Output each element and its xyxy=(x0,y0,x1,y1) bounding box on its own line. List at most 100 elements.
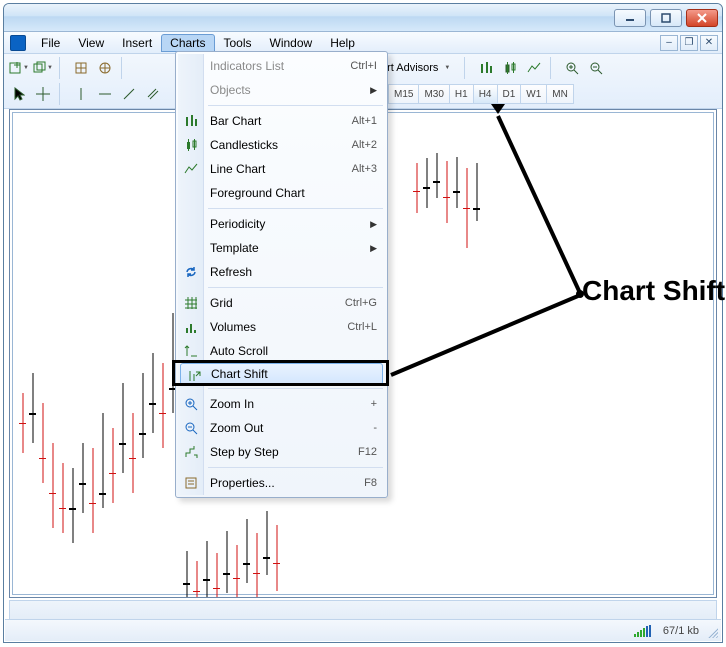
menu-item-label: Template xyxy=(210,241,259,255)
horizontal-line-button[interactable] xyxy=(94,83,116,105)
candle xyxy=(99,413,106,508)
menu-separator xyxy=(208,287,383,288)
menu-item-zoomout[interactable]: Zoom Out- xyxy=(178,416,385,440)
menu-item-shortcut: Alt+2 xyxy=(352,139,377,151)
menu-item-label: Objects xyxy=(210,83,251,97)
zoom-in-button[interactable] xyxy=(561,57,583,79)
timeframe-tab-w1[interactable]: W1 xyxy=(521,84,547,104)
market-watch-button[interactable] xyxy=(70,57,92,79)
menu-item-label: Refresh xyxy=(210,265,252,279)
menu-item-grid[interactable]: GridCtrl+G xyxy=(178,291,385,315)
menu-item-label: Bar Chart xyxy=(210,114,261,128)
menu-insert[interactable]: Insert xyxy=(113,34,161,52)
profiles-button[interactable]: ▼ xyxy=(32,57,54,79)
new-chart-button[interactable]: ▼ xyxy=(8,57,30,79)
menu-item-periodicity[interactable]: Periodicity▶ xyxy=(178,212,385,236)
timeframe-tab-m15[interactable]: M15 xyxy=(388,84,419,104)
menu-item-shortcut: F8 xyxy=(364,477,377,489)
bar-chart-button[interactable] xyxy=(475,57,497,79)
equidistant-channel-button[interactable] xyxy=(142,83,164,105)
menu-item-step[interactable]: Step by StepF12 xyxy=(178,440,385,464)
candle xyxy=(193,561,200,598)
menu-item-bar[interactable]: Bar Chart Alt+1 xyxy=(178,109,385,133)
menu-item-label: Foreground Chart xyxy=(210,186,305,200)
menu-charts[interactable]: Charts xyxy=(161,34,214,52)
menu-item-objects: Objects ▶ xyxy=(178,78,385,102)
chart-shift-marker-icon xyxy=(491,104,505,114)
candle xyxy=(129,413,136,493)
candle xyxy=(203,541,210,598)
candle xyxy=(139,373,146,458)
mdi-minimize-button[interactable]: – xyxy=(660,35,678,51)
vertical-line-button[interactable] xyxy=(70,83,92,105)
crosshair-button[interactable] xyxy=(32,83,54,105)
candle xyxy=(263,511,270,575)
candle xyxy=(233,545,240,598)
candle xyxy=(213,553,220,598)
menu-item-shortcut: Ctrl+L xyxy=(347,321,377,333)
menu-item-label: Zoom In xyxy=(210,397,254,411)
menu-window[interactable]: Window xyxy=(261,34,322,52)
cursor-button[interactable] xyxy=(8,83,30,105)
candle xyxy=(39,403,46,483)
menu-item-chartshift[interactable]: Chart Shift xyxy=(180,363,383,385)
chart-tabstrip[interactable] xyxy=(9,600,717,620)
menu-item-template[interactable]: Template▶ xyxy=(178,236,385,260)
step-icon xyxy=(183,444,199,460)
line-chart-button[interactable] xyxy=(523,57,545,79)
menu-item-autoscroll[interactable]: Auto Scroll xyxy=(178,339,385,363)
submenu-arrow-icon: ▶ xyxy=(370,85,377,96)
candlestick-button[interactable] xyxy=(499,57,521,79)
close-button[interactable] xyxy=(686,9,718,27)
bar-chart-icon xyxy=(183,113,199,129)
menu-separator xyxy=(208,467,383,468)
app-icon xyxy=(10,35,26,51)
resize-grip[interactable] xyxy=(706,626,718,638)
timeframe-tab-m30[interactable]: M30 xyxy=(419,84,449,104)
timeframe-tab-h1[interactable]: H1 xyxy=(450,84,474,104)
menu-help[interactable]: Help xyxy=(321,34,364,52)
candle xyxy=(69,468,76,543)
candle xyxy=(243,519,250,583)
timeframe-tab-h4[interactable]: H4 xyxy=(474,84,498,104)
minimize-button[interactable] xyxy=(614,9,646,27)
menu-item-properties[interactable]: Properties...F8 xyxy=(178,471,385,495)
charts-menu-dropdown: Indicators ListCtrl+IObjects▶Bar ChartAl… xyxy=(175,51,388,498)
navigator-button[interactable] xyxy=(94,57,116,79)
menu-file[interactable]: File xyxy=(32,34,69,52)
menu-tools[interactable]: Tools xyxy=(215,34,261,52)
candle xyxy=(443,161,450,223)
trendline-button[interactable] xyxy=(118,83,140,105)
line-chart-icon xyxy=(183,161,199,177)
menu-item-shortcut: Alt+1 xyxy=(352,115,377,127)
zoom-in-icon xyxy=(183,396,199,412)
candle xyxy=(159,363,166,448)
chartshift-icon xyxy=(186,368,202,384)
candle xyxy=(49,443,56,528)
timeframe-tab-mn[interactable]: MN xyxy=(547,84,574,104)
mdi-close-button[interactable]: ✕ xyxy=(700,35,718,51)
menu-item-line[interactable]: Line ChartAlt+3 xyxy=(178,157,385,181)
menu-view[interactable]: View xyxy=(69,34,113,52)
menu-item-volumes[interactable]: VolumesCtrl+L xyxy=(178,315,385,339)
candle xyxy=(413,163,420,213)
menu-item-zoomin[interactable]: Zoom In+ xyxy=(178,392,385,416)
menu-item-refresh[interactable]: Refresh xyxy=(178,260,385,284)
candle xyxy=(433,153,440,198)
connection-bars-icon xyxy=(634,625,651,637)
timeframe-tab-d1[interactable]: D1 xyxy=(498,84,522,104)
maximize-button[interactable] xyxy=(650,9,682,27)
candle xyxy=(19,393,26,453)
candlestick-icon xyxy=(183,137,199,153)
menu-item-shortcut: Alt+3 xyxy=(352,163,377,175)
candle xyxy=(453,157,460,208)
menu-item-candle[interactable]: CandlesticksAlt+2 xyxy=(178,133,385,157)
menu-item-label: Chart Shift xyxy=(211,367,268,381)
mdi-restore-button[interactable]: ❐ xyxy=(680,35,698,51)
candle xyxy=(423,158,430,208)
menu-item-foreground[interactable]: Foreground Chart xyxy=(178,181,385,205)
volumes-icon xyxy=(183,319,199,335)
menu-item-label: Indicators List xyxy=(210,59,284,73)
zoom-out-button[interactable] xyxy=(585,57,607,79)
annotation-label: Chart Shift xyxy=(582,275,725,307)
